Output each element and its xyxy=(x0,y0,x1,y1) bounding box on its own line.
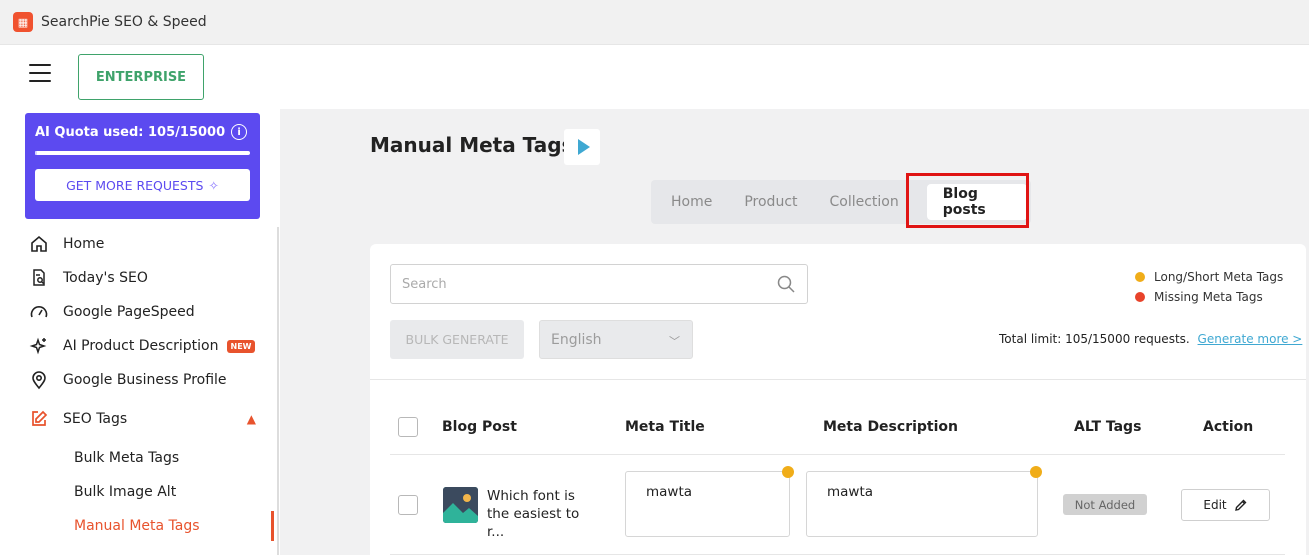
sidebar-subitem-manual-meta-tags[interactable]: Manual Meta Tags xyxy=(0,509,278,543)
ai-sparkle-icon: ✧ xyxy=(208,177,219,193)
alt-tags-status-badge: Not Added xyxy=(1063,494,1147,515)
meta-title-field[interactable]: mawta xyxy=(625,471,790,537)
page-title: Manual Meta Tags xyxy=(370,133,574,157)
play-tutorial-button[interactable] xyxy=(564,129,600,165)
highlight-box xyxy=(906,173,1029,228)
speedometer-icon xyxy=(28,301,50,323)
language-value: English xyxy=(551,331,602,348)
header-meta-description: Meta Description xyxy=(823,419,958,435)
legend-dot-long-short xyxy=(1135,272,1145,282)
app-titlebar: ▦ SearchPie SEO & Speed xyxy=(0,0,1309,45)
home-icon xyxy=(28,233,50,255)
sidebar-item-label: SEO Tags xyxy=(63,411,128,427)
ai-quota-card: AI Quota used: 105/15000 i GET MORE REQU… xyxy=(25,113,260,219)
legend-label: Long/Short Meta Tags xyxy=(1154,270,1284,284)
meta-title-value: mawta xyxy=(646,484,693,500)
edit-button[interactable]: Edit xyxy=(1181,489,1270,521)
document-search-icon xyxy=(28,267,50,289)
tab-home[interactable]: Home xyxy=(655,184,728,220)
app-logo-icon: ▦ xyxy=(13,12,33,32)
sidebar-item-google-business-profile[interactable]: Google Business Profile xyxy=(0,363,278,397)
blog-post-title[interactable]: Which font is the easiest to r... xyxy=(487,487,599,541)
top-bar: ENTERPRISE xyxy=(0,45,1309,109)
header-alt-tags: ALT Tags xyxy=(1074,419,1142,435)
divider xyxy=(370,379,1306,380)
total-limit: Total limit: 105/15000 requests. Generat… xyxy=(999,332,1302,346)
sidebar-item-seo-tags[interactable]: SEO Tags ▲ xyxy=(0,397,278,441)
select-all-checkbox[interactable] xyxy=(398,417,418,437)
long-short-warning-dot xyxy=(782,466,794,478)
legend: Long/Short Meta Tags Missing Meta Tags xyxy=(1135,267,1283,307)
map-pin-icon xyxy=(28,369,50,391)
sidebar-item-label: Today's SEO xyxy=(63,270,148,286)
play-icon xyxy=(577,139,590,155)
legend-dot-missing xyxy=(1135,292,1145,302)
sidebar-item-label: Home xyxy=(63,236,105,252)
long-short-warning-dot xyxy=(1030,466,1042,478)
chevron-down-icon: ﹀ xyxy=(669,335,680,348)
quota-progress-fill xyxy=(35,151,38,155)
app-title: SearchPie SEO & Speed xyxy=(41,14,207,30)
sidebar: AI Quota used: 105/15000 i GET MORE REQU… xyxy=(0,109,280,555)
meta-description-value: mawta xyxy=(827,484,874,500)
chevron-up-icon[interactable]: ▲ xyxy=(247,412,256,426)
total-limit-text: Total limit: 105/15000 requests. xyxy=(999,332,1190,346)
sidebar-item-label: AI Product Description xyxy=(63,338,219,354)
row-checkbox[interactable] xyxy=(398,495,418,515)
search-input[interactable]: Search xyxy=(390,264,808,304)
divider xyxy=(390,454,1285,455)
bulk-generate-button[interactable]: BULK GENERATE xyxy=(390,320,524,359)
tab-collection[interactable]: Collection xyxy=(814,184,915,220)
meta-description-field[interactable]: mawta xyxy=(806,471,1038,537)
pencil-icon xyxy=(1234,499,1247,511)
tab-product[interactable]: Product xyxy=(728,184,813,220)
sidebar-item-google-pagespeed[interactable]: Google PageSpeed xyxy=(0,295,278,329)
image-placeholder-icon xyxy=(443,487,478,523)
meta-tags-card: Search Long/Short Meta Tags Missing Meta… xyxy=(370,244,1306,555)
main-content: Manual Meta Tags Home Product Collection… xyxy=(280,109,1309,555)
generate-more-link[interactable]: Generate more > xyxy=(1198,332,1303,346)
header-meta-title: Meta Title xyxy=(625,419,705,435)
sidebar-scrollbar[interactable] xyxy=(277,227,279,555)
sidebar-item-todays-seo[interactable]: Today's SEO xyxy=(0,261,278,295)
sidebar-item-label: Google Business Profile xyxy=(63,372,227,388)
edit-square-icon xyxy=(28,408,50,430)
search-icon[interactable] xyxy=(777,275,795,293)
menu-icon[interactable] xyxy=(29,64,51,82)
header-action: Action xyxy=(1203,419,1254,435)
sparkles-icon xyxy=(28,335,50,357)
legend-label: Missing Meta Tags xyxy=(1154,290,1263,304)
new-badge: NEW xyxy=(226,339,256,353)
sidebar-subitem-bulk-image-alt[interactable]: Bulk Image Alt xyxy=(0,475,278,509)
language-select[interactable]: English ﹀ xyxy=(539,320,693,359)
get-more-requests-label: GET MORE REQUESTS xyxy=(66,177,204,193)
sidebar-item-ai-product-description[interactable]: AI Product Description NEW xyxy=(0,329,278,363)
get-more-requests-button[interactable]: GET MORE REQUESTS ✧ xyxy=(35,169,250,201)
sidebar-nav: Home Today's SEO Google PageSpeed AI Pro… xyxy=(0,227,278,543)
search-placeholder: Search xyxy=(402,276,447,292)
quota-progress-bar xyxy=(35,151,250,155)
enterprise-plan-button[interactable]: ENTERPRISE xyxy=(78,54,204,100)
sidebar-item-home[interactable]: Home xyxy=(0,227,278,261)
header-blog-post: Blog Post xyxy=(442,419,517,435)
info-icon[interactable]: i xyxy=(231,124,248,140)
ai-quota-text: AI Quota used: 105/15000 xyxy=(35,124,226,140)
sidebar-subitem-bulk-meta-tags[interactable]: Bulk Meta Tags xyxy=(0,441,278,475)
edit-label: Edit xyxy=(1203,498,1227,512)
sidebar-item-label: Google PageSpeed xyxy=(63,304,195,320)
